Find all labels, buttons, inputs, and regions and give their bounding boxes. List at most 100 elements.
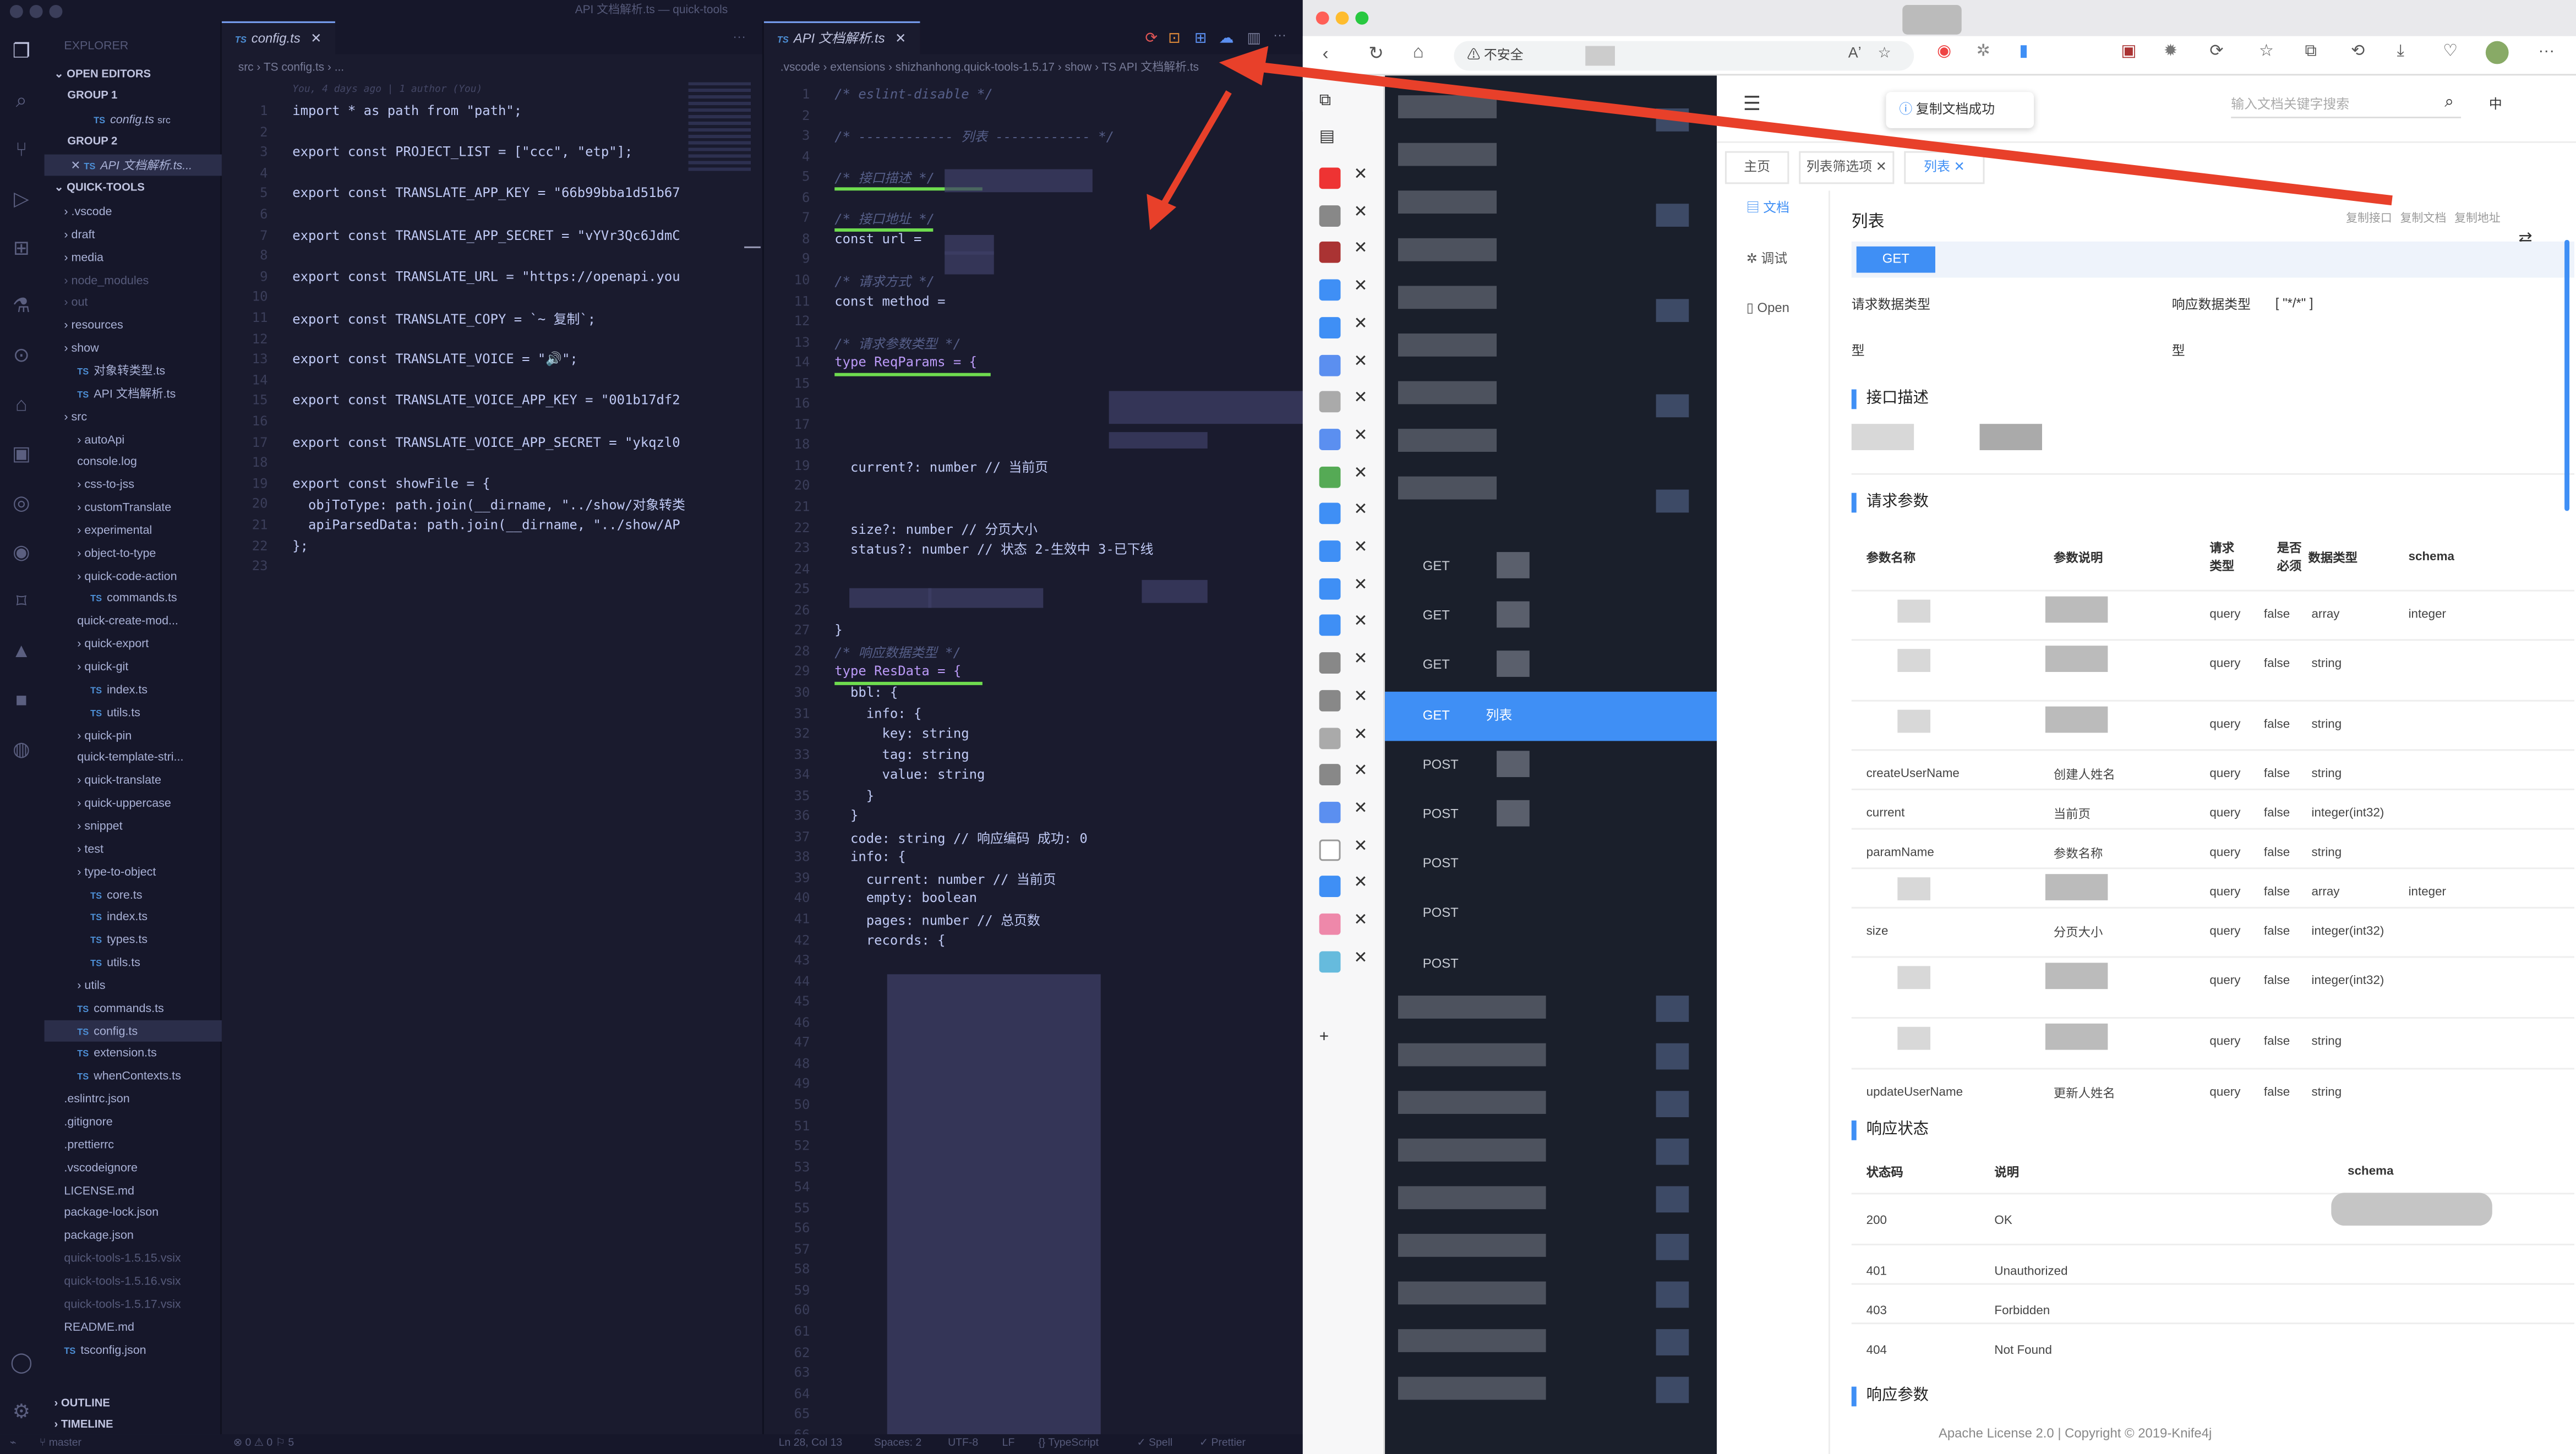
eol-status[interactable]: LF <box>1002 1434 1015 1454</box>
more-actions-icon[interactable]: ··· <box>733 30 746 45</box>
api-icon[interactable]: ⊞ <box>1194 30 1207 48</box>
tab-favicon-icon[interactable] <box>1319 242 1341 264</box>
tree-item[interactable]: package-lock.json <box>45 1201 222 1223</box>
menu-icon[interactable]: ··· <box>2538 43 2555 61</box>
browser-max-dot[interactable] <box>1355 11 1369 25</box>
tree-item[interactable]: › test <box>45 838 222 859</box>
close-tab-icon[interactable]: ✕ <box>1872 160 1887 174</box>
tree-item[interactable]: › type-to-object <box>45 860 222 882</box>
favorites-icon[interactable]: ☆ <box>2259 43 2274 61</box>
tree-item[interactable]: .eslintrc.json <box>45 1088 222 1109</box>
tab-close-icon[interactable]: ✕ <box>1354 352 1367 370</box>
tree-item[interactable]: LICENSE.md <box>45 1179 222 1200</box>
tree-item[interactable]: TS core.ts <box>45 883 222 905</box>
tab-favicon-icon[interactable] <box>1319 167 1341 189</box>
tree-item[interactable]: TS tsconfig.json <box>45 1338 222 1360</box>
tab-favicon-icon[interactable] <box>1319 652 1341 674</box>
tree-item[interactable]: › object-to-type <box>45 542 222 563</box>
cloud-parse-icon[interactable]: ☁ <box>1219 30 1234 48</box>
tab-favicon-icon[interactable] <box>1319 876 1341 898</box>
nav-item[interactable]: GET 列表 <box>1385 691 1717 741</box>
branch-status[interactable]: ⑂ master <box>40 1434 81 1454</box>
tree-item[interactable]: › quick-code-action <box>45 565 222 586</box>
tab-close-icon[interactable]: ✕ <box>1354 539 1367 557</box>
source-control-icon[interactable]: ⑂ <box>8 136 35 163</box>
tab-favicon-icon[interactable] <box>1319 354 1341 376</box>
nav-item[interactable]: GET <box>1385 641 1717 691</box>
remote-status-icon[interactable]: ⌁ <box>10 1434 17 1454</box>
back-icon[interactable]: ‹ <box>1323 45 1329 64</box>
tab-thumbnail[interactable] <box>1902 4 1962 35</box>
tree-item[interactable]: TS index.ts <box>45 678 222 699</box>
tab-favicon-icon[interactable] <box>1319 428 1341 450</box>
tree-item[interactable]: › css-to-jss <box>45 473 222 495</box>
new-tab-icon[interactable]: + <box>1319 1029 1329 1047</box>
refresh-ext-icon[interactable]: ⟳ <box>2209 43 2223 61</box>
tree-item[interactable]: TS commands.ts <box>45 997 222 1018</box>
tree-item[interactable]: › quick-uppercase <box>45 792 222 813</box>
nav-item[interactable]: GET <box>1385 592 1717 641</box>
more-actions-2-icon[interactable]: ··· <box>1273 28 1286 43</box>
page-tab[interactable]: 列表筛选项 ✕ <box>1799 151 1895 184</box>
tab-favicon-icon[interactable] <box>1319 690 1341 712</box>
tree-item[interactable]: › experimental <box>45 519 222 540</box>
tree-item[interactable]: › resources <box>45 314 222 336</box>
extension-badge-icon[interactable]: ▣ <box>2121 43 2136 61</box>
doc-side-tab[interactable]: ▯ Open <box>1747 300 1789 315</box>
tree-item[interactable]: › quick-git <box>45 655 222 677</box>
tree-item[interactable]: › show <box>45 337 222 358</box>
git-graph-icon[interactable]: ⊙ <box>8 342 35 368</box>
bookmark-icon[interactable]: ⌑ <box>8 588 35 615</box>
tab-close-icon[interactable]: ✕ <box>1354 427 1367 445</box>
extension-bookmark-icon[interactable]: ▮ <box>2019 43 2028 61</box>
tree-item[interactable]: TS API 文档解析.ts <box>45 382 222 404</box>
tree-item[interactable]: › utils <box>45 974 222 996</box>
flask-icon[interactable]: ▲ <box>8 637 35 664</box>
tree-item[interactable]: TS extension.ts <box>45 1042 222 1064</box>
tree-item[interactable]: TS config.ts <box>44 1019 222 1041</box>
tree-item[interactable]: › quick-export <box>45 633 222 654</box>
open-editor-api[interactable]: ✕ TS API 文档解析.ts... <box>44 154 222 176</box>
tab-close-icon[interactable]: ✕ <box>1354 614 1367 632</box>
tree-item[interactable]: TS commands.ts <box>45 587 222 609</box>
doc-search-input[interactable]: 输入文档关键字搜索 <box>2231 95 2462 118</box>
tab-close-icon[interactable]: ✕ <box>1354 688 1367 706</box>
compare-icon[interactable]: ⟳ <box>1145 30 1158 48</box>
page-tab[interactable]: 主页 <box>1724 151 1789 184</box>
tree-item[interactable]: › src <box>45 405 222 427</box>
tab-favicon-icon[interactable] <box>1319 466 1341 488</box>
downloads-icon[interactable]: ⤓ <box>2397 43 2404 61</box>
tab-favicon-icon[interactable] <box>1319 913 1341 935</box>
tab-close-icon[interactable]: ✕ <box>1354 725 1367 744</box>
open-preview-icon[interactable]: ⊡ <box>1168 30 1181 48</box>
search-icon[interactable]: ⌕ <box>8 87 35 113</box>
tree-item[interactable]: TS whenContexts.ts <box>45 1065 222 1086</box>
tab-close-icon[interactable]: ✕ <box>1354 912 1367 930</box>
browser-min-dot[interactable] <box>1335 11 1349 25</box>
docker-icon[interactable]: ▣ <box>8 440 35 467</box>
tree-item[interactable]: › node_modules <box>45 269 222 290</box>
nav-item[interactable]: POST <box>1385 741 1717 790</box>
tab-close-icon[interactable]: ✕ <box>1354 800 1367 818</box>
indent-status[interactable]: Spaces: 2 <box>874 1434 921 1454</box>
tree-item[interactable]: TS 对象转类型.ts <box>45 360 222 381</box>
problems-status[interactable]: ⊗ 0 ⚠ 0 ⚐ 5 <box>233 1434 294 1454</box>
insecure-indicator[interactable]: ⚠ 不安全 <box>1467 46 1523 64</box>
doc-side-tab[interactable]: ✲ 调试 <box>1747 250 1787 268</box>
tree-item[interactable]: › out <box>45 292 222 313</box>
timeline-header[interactable]: › TIMELINE <box>54 1414 231 1436</box>
tree-item[interactable]: TS utils.ts <box>45 952 222 973</box>
tree-item[interactable]: .gitignore <box>45 1111 222 1132</box>
minimize-dot[interactable] <box>29 4 43 18</box>
tree-item[interactable]: › quick-pin <box>45 724 222 745</box>
minimap[interactable] <box>688 82 751 173</box>
tab-favicon-icon[interactable] <box>1319 540 1341 562</box>
copy-link[interactable]: 复制地址 <box>2454 210 2501 227</box>
tab-favicon-icon[interactable] <box>1319 839 1341 861</box>
extension-chrome-icon[interactable]: ◉ <box>1937 43 1951 61</box>
tab-config[interactable]: TS config.ts ✕ <box>221 21 335 54</box>
prettier-status[interactable]: ✓ Prettier <box>1199 1434 1246 1454</box>
profile-avatar[interactable] <box>2485 41 2509 64</box>
outline-header[interactable]: › OUTLINE <box>54 1393 231 1415</box>
tab-close-icon[interactable]: ✕ <box>1354 874 1367 893</box>
